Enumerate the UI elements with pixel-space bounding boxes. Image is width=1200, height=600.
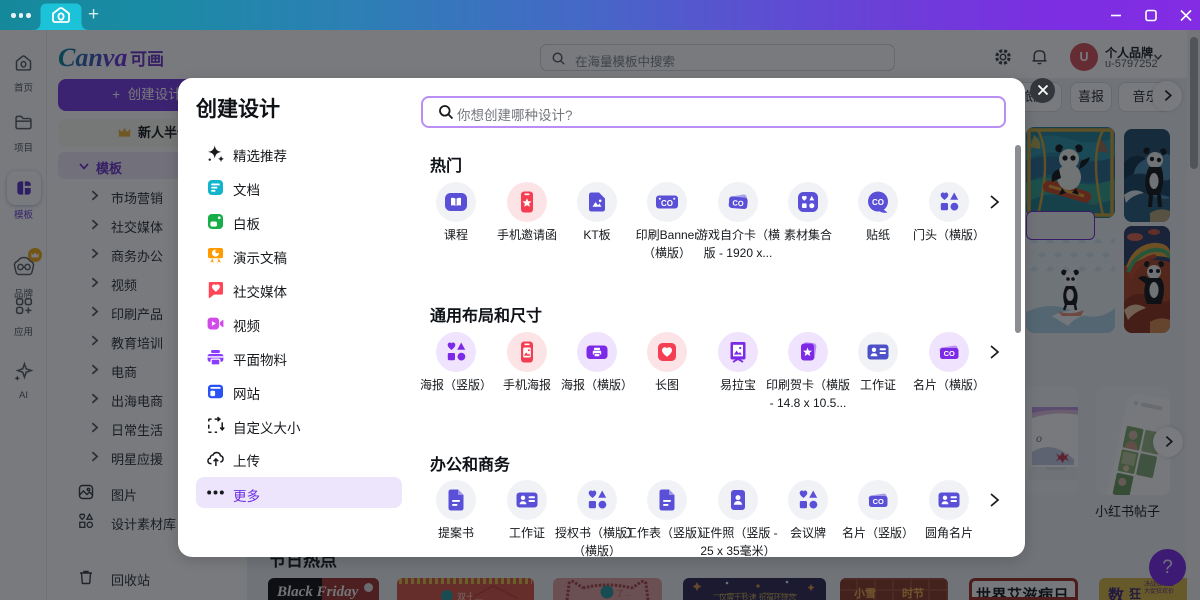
svg-text:CO: CO (661, 199, 673, 208)
svg-text:CO: CO (873, 497, 884, 506)
svg-text:CO: CO (872, 198, 884, 207)
svg-text:CO: CO (732, 198, 744, 208)
svg-text:CO: CO (944, 349, 955, 358)
